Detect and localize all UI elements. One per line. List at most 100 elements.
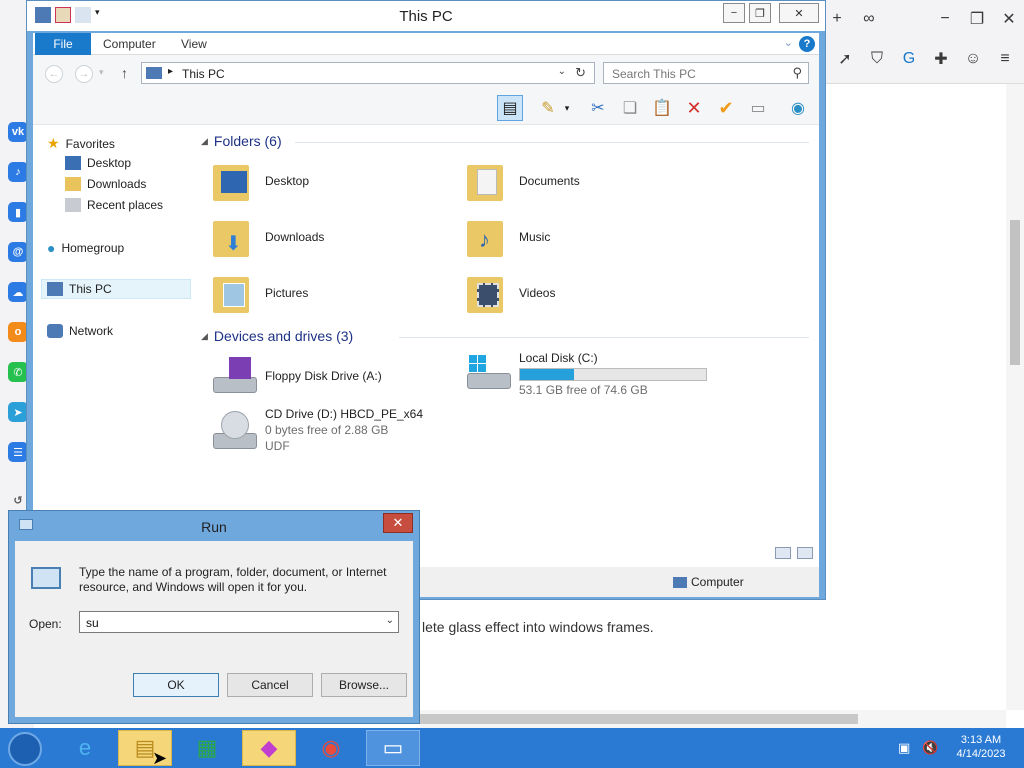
collapse-icon[interactable]: ◢ [201,136,208,147]
up-icon[interactable]: ↑ [121,65,128,81]
folder-downloads[interactable]: ⬇ Downloads [211,215,324,259]
drive-cd-d[interactable]: CD Drive (D:) HBCD_PE_x64 0 bytes free o… [209,407,423,453]
close-icon[interactable]: ✕ [998,8,1020,30]
drives-group-title: Devices and drives (3) [213,328,354,344]
network-globe-icon[interactable]: ◉ [785,95,811,121]
address-bar[interactable]: ▸ This PC ⌄ ↻ [141,62,595,84]
paste-icon[interactable]: 📋 [649,95,675,121]
rocket-icon[interactable]: ➚ [834,48,856,70]
network-icon [47,324,63,338]
incognito-icon[interactable]: ∞ [858,8,880,30]
drive-floppy[interactable]: Floppy Disk Drive (A:) [209,355,382,399]
network-tray-icon[interactable]: ▣ [898,740,910,756]
help-icon[interactable]: ? [799,36,815,52]
recent-locations-icon[interactable]: ▾ [99,67,104,78]
cut-icon[interactable]: ✂ [585,95,611,121]
volume-muted-icon[interactable]: 🔇 [922,740,938,756]
back-icon[interactable]: ← [45,65,63,83]
chevron-down-icon[interactable]: ⌄ [386,615,394,626]
start-button[interactable] [8,732,42,766]
chevron-down-icon[interactable]: ⌄ [784,36,793,49]
run-body: Type the name of a program, folder, docu… [15,541,413,717]
nav-item-favorites[interactable]: ★ Favorites [47,135,115,152]
tab-view[interactable]: View [181,37,207,51]
nav-item-homegroup[interactable]: ● Homegroup [47,240,124,256]
nav-item-desktop[interactable]: Desktop [65,156,131,170]
status-location-label: Computer [691,575,744,589]
address-text: This PC [182,67,225,81]
music-folder-icon: ♪ [465,215,505,259]
folder-pictures[interactable]: Pictures [211,271,308,315]
cloud-icon[interactable]: ☁ [8,282,28,302]
tab-computer[interactable]: Computer [103,37,156,51]
chevron-down-icon[interactable]: ⌄ [558,66,566,77]
folder-desktop[interactable]: Desktop [211,159,309,203]
close-button[interactable]: ✕ [383,513,413,533]
nav-item-downloads[interactable]: Downloads [65,177,146,191]
minimize-icon[interactable]: − [934,8,956,30]
account-icon[interactable]: ☺ [962,48,984,70]
nav-item-this-pc[interactable]: This PC [47,282,112,296]
history-icon[interactable]: ↺ [8,490,28,510]
translate-icon[interactable]: G [898,48,920,70]
nav-item-recent-places[interactable]: Recent places [65,198,163,212]
preview-pane-icon[interactable]: ▤ [497,95,523,121]
rename-icon[interactable]: ▭ [745,95,771,121]
explorer-titlebar[interactable]: ▾ This PC − ❐ ✕ [27,1,825,31]
telegram-icon[interactable]: ➤ [8,402,28,422]
forward-icon[interactable]: → [75,65,93,83]
extensions-icon[interactable]: ✚ [930,48,952,70]
run-titlebar[interactable]: Run ✕ [9,511,419,541]
downloads-icon [65,177,81,191]
internet-explorer-icon[interactable]: e [58,730,112,766]
refresh-icon[interactable]: ↻ [575,65,586,81]
ok-button[interactable]: OK [133,673,219,697]
chrome-icon[interactable]: ◉ [304,730,358,766]
search-input[interactable]: Search This PC ⚲ [603,62,809,84]
vk-icon[interactable]: vk [8,122,28,142]
maximize-button[interactable]: ❐ [749,3,771,23]
drive-filesystem: UDF [265,439,290,453]
folder-music[interactable]: ♪ Music [465,215,550,259]
chevron-right-icon[interactable]: ▸ [168,66,173,77]
list-icon[interactable]: ☰ [8,442,28,462]
open-input[interactable]: su ⌄ [79,611,399,633]
new-tab-icon[interactable]: + [826,8,848,30]
store-icon[interactable]: ▦ [180,730,234,766]
restore-icon[interactable]: ❐ [966,8,988,30]
clock[interactable]: 3:13 AM 4/14/2023 [956,733,1006,761]
folders-group-header[interactable]: ◢ Folders (6) [201,133,282,149]
stats-icon[interactable]: ▮ [8,202,28,222]
confirm-icon[interactable]: ✔ [713,95,739,121]
delete-icon[interactable]: ✕ [681,95,707,121]
nav-item-network[interactable]: Network [47,324,113,338]
properties-icon[interactable]: ✎ [535,95,561,121]
gem-app-icon[interactable]: ◆ [242,730,296,766]
folder-documents[interactable]: Documents [465,159,580,203]
large-icons-view-icon[interactable] [797,547,813,559]
run-taskbar-icon[interactable]: ▭ [366,730,420,766]
ok-icon[interactable]: o [8,322,28,342]
browse-button[interactable]: Browse... [321,673,407,697]
drives-group-header[interactable]: ◢ Devices and drives (3) [201,328,353,344]
browser-horizontal-scroll-thumb[interactable] [420,714,858,724]
whatsapp-icon[interactable]: ✆ [8,362,28,382]
minimize-button[interactable]: − [723,3,745,23]
tab-file[interactable]: File [35,33,91,55]
cancel-button[interactable]: Cancel [227,673,313,697]
folder-videos[interactable]: Videos [465,271,555,315]
browser-vertical-scroll-thumb[interactable] [1010,220,1020,365]
chevron-down-icon[interactable]: ▾ [561,95,573,121]
folder-name: Desktop [265,174,310,188]
copy-icon[interactable]: ❏ [617,95,643,121]
close-button[interactable]: ✕ [779,3,819,23]
shield-icon[interactable]: ⛉ [866,48,888,70]
mail-icon[interactable]: @ [8,242,28,262]
collapse-icon[interactable]: ◢ [201,331,208,342]
menu-icon[interactable]: ≡ [994,48,1016,70]
drive-local-disk-c[interactable]: Local Disk (C:) 53.1 GB free of 74.6 GB [463,351,707,397]
browser-vertical-scrollbar[interactable] [1006,84,1024,710]
search-icon[interactable]: ⚲ [792,65,802,81]
details-view-icon[interactable] [775,547,791,559]
music-icon[interactable]: ♪ [8,162,28,182]
